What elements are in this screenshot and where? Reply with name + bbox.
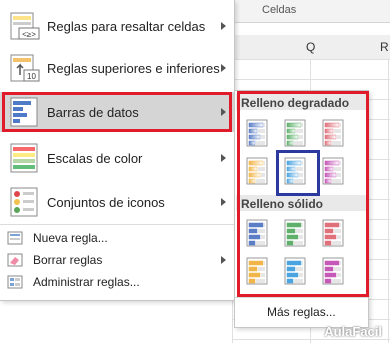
menu-item-label: Escalas de color (47, 150, 143, 166)
highlight-rules-icon: <≥> (10, 12, 40, 40)
menu-item-label: Administrar reglas... (33, 275, 140, 289)
column-header-q[interactable]: Q (306, 40, 315, 54)
color-scales-icon (10, 143, 38, 173)
chevron-right-icon (221, 64, 226, 72)
more-rules-link[interactable]: Más reglas... (267, 305, 336, 319)
menu-item-highlight-rules[interactable]: <≥> Reglas para resaltar celdas (0, 6, 234, 46)
menu-item-label: Reglas para resaltar celdas (47, 18, 206, 34)
watermark-text: AulaFacil (324, 324, 382, 339)
highlight-frame-data-bars (2, 92, 232, 132)
menu-item-label: Conjuntos de iconos (47, 194, 165, 210)
eraser-icon (7, 253, 23, 267)
selection-frame-blue-gradient (276, 150, 320, 196)
submenu-separator (235, 297, 368, 298)
chevron-right-icon (221, 22, 226, 30)
icon-sets-icon (10, 187, 38, 217)
conditional-format-menu: <≥> Reglas para resaltar celdas 10 Regla… (0, 0, 235, 301)
manage-rules-icon (7, 275, 23, 289)
top-bottom-rules-icon: 10 (10, 54, 40, 82)
menu-item-top-bottom-rules[interactable]: 10 Reglas superiores e inferiores (0, 48, 234, 88)
menu-item-label: Borrar reglas (33, 253, 103, 267)
menu-item-icon-sets[interactable]: Conjuntos de iconos (0, 182, 234, 222)
chevron-right-icon (221, 256, 226, 264)
new-rule-icon (7, 231, 23, 245)
chevron-right-icon (221, 198, 226, 206)
svg-text:10: 10 (27, 72, 36, 81)
menu-separator (0, 224, 234, 225)
menu-item-label: Nueva regla... (33, 231, 108, 245)
menu-item-color-scales[interactable]: Escalas de color (0, 138, 234, 178)
ribbon-group-label: Celdas (262, 4, 297, 16)
column-header-r[interactable]: R (380, 40, 389, 54)
menu-item-clear-rules[interactable]: Borrar reglas (0, 250, 234, 270)
menu-item-new-rule[interactable]: Nueva regla... (0, 228, 234, 248)
menu-item-label: Reglas superiores e inferiores (47, 60, 220, 76)
column-headers: Q R (232, 35, 390, 60)
svg-text:<≥>: <≥> (22, 30, 36, 39)
chevron-right-icon (221, 154, 226, 162)
menu-item-manage-rules[interactable]: Administrar reglas... (0, 272, 234, 292)
